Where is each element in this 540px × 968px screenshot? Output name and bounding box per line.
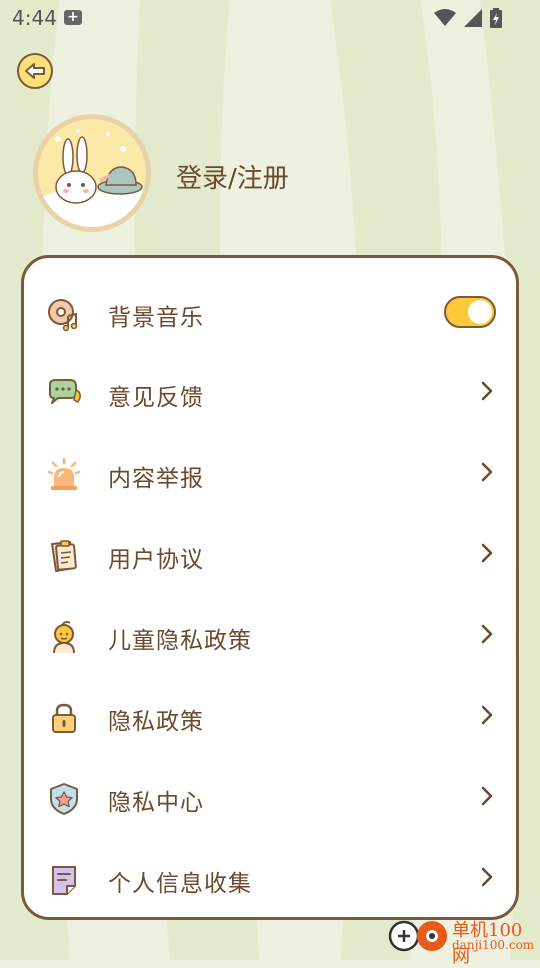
setting-row-user-agreement[interactable]: 用户协议 xyxy=(24,526,516,586)
login-register-link[interactable]: 登录/注册 xyxy=(176,158,289,195)
status-bar: 4:44 + xyxy=(0,0,540,36)
shield-star-icon xyxy=(50,783,78,815)
chevron-right-icon xyxy=(481,867,493,887)
watermark-logo-icon xyxy=(388,920,447,952)
wifi-icon xyxy=(434,9,456,26)
alarm-light-icon xyxy=(47,457,81,490)
avatar[interactable] xyxy=(33,114,151,232)
setting-label: 内容举报 xyxy=(108,466,204,492)
notification-plus-icon: + xyxy=(64,10,82,25)
toggle-knob xyxy=(468,300,492,324)
setting-label: 隐私政策 xyxy=(108,709,204,735)
back-arrow-icon xyxy=(25,63,45,79)
setting-label: 背景音乐 xyxy=(108,305,204,331)
status-time: 4:44 xyxy=(12,6,57,30)
setting-label: 用户协议 xyxy=(108,547,204,573)
setting-row-privacy-policy[interactable]: 隐私政策 xyxy=(24,688,516,748)
setting-row-feedback[interactable]: 意见反馈 xyxy=(24,364,516,424)
setting-label: 个人信息收集 xyxy=(108,871,252,897)
lock-icon xyxy=(52,703,76,733)
chevron-right-icon xyxy=(481,543,493,563)
chevron-right-icon xyxy=(481,381,493,401)
setting-row-personal-info[interactable]: 个人信息收集 xyxy=(24,850,516,910)
watermark-url: danji100.com xyxy=(452,938,535,952)
battery-icon xyxy=(490,8,502,28)
rabbit-avatar-icon xyxy=(38,129,146,227)
child-icon xyxy=(53,620,75,654)
chevron-right-icon xyxy=(481,705,493,725)
background-music-toggle[interactable] xyxy=(444,296,496,328)
setting-label: 意见反馈 xyxy=(108,385,204,411)
setting-label: 儿童隐私政策 xyxy=(108,628,252,654)
setting-label: 隐私中心 xyxy=(108,790,204,816)
setting-row-privacy-center[interactable]: 隐私中心 xyxy=(24,769,516,829)
back-button[interactable] xyxy=(17,53,53,89)
settings-card: 背景音乐 意见反馈 内容举报 用户协议 儿童隐私政策 隐私政策 隐私中心 个人信… xyxy=(21,255,519,920)
setting-row-content-report[interactable]: 内容举报 xyxy=(24,445,516,505)
setting-row-child-privacy[interactable]: 儿童隐私政策 xyxy=(24,607,516,667)
chevron-right-icon xyxy=(481,462,493,482)
watermark: 单机100网 danji100.com xyxy=(386,914,536,967)
music-disc-icon xyxy=(48,299,78,332)
setting-row-background-music: 背景音乐 xyxy=(24,284,516,344)
clipboard-icon xyxy=(51,540,77,572)
chat-bubbles-icon xyxy=(49,379,81,404)
chevron-right-icon xyxy=(481,624,493,644)
signal-icon xyxy=(464,9,482,27)
note-icon xyxy=(52,866,76,895)
chevron-right-icon xyxy=(481,786,493,806)
